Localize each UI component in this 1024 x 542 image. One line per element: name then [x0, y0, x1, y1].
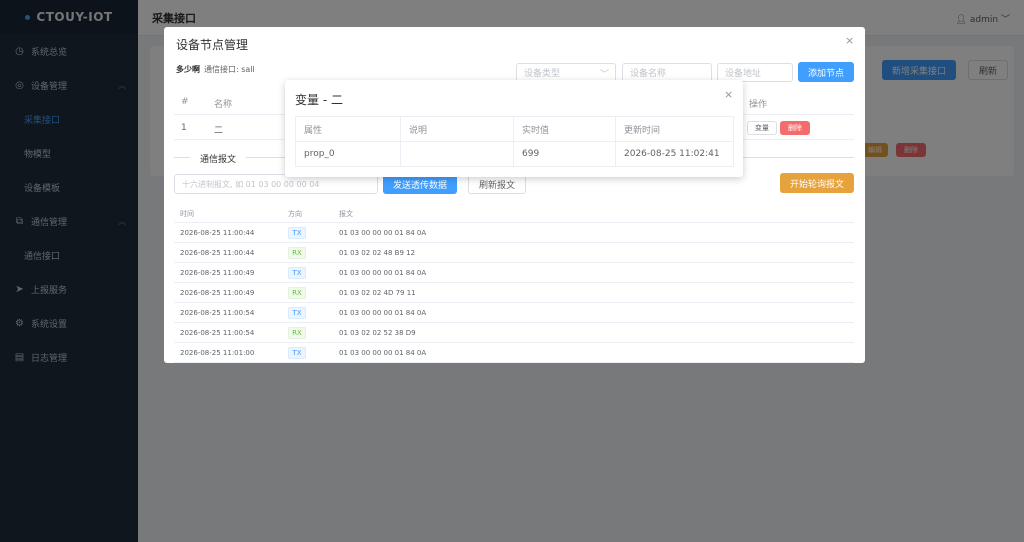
column-header-index: # — [181, 97, 189, 107]
column-header-name: 名称 — [214, 100, 233, 110]
table-row: 2026-08-25 11:00:49 RX 01 03 02 02 4D 79 1… — [174, 283, 854, 303]
delete-node-button[interactable]: 删除 — [780, 121, 810, 135]
table-header-row: 属性 说明 实时值 更新时间 — [295, 116, 734, 142]
variable-table: 属性 说明 实时值 更新时间 prop_0 699 2026-08-25 11:… — [295, 116, 734, 167]
row-index: 1 — [181, 123, 187, 133]
row-name: 二 — [214, 126, 224, 136]
direction-badge: TX — [288, 227, 306, 239]
log-message: 01 03 00 00 00 01 84 0A — [339, 349, 427, 357]
table-row: 2026-08-25 11:01:00 TX 01 03 00 00 00 01 8… — [174, 343, 854, 363]
variable-dialog: 变量 - 二 × 属性 说明 实时值 更新时间 prop_0 699 2026-… — [285, 80, 743, 177]
cell-description — [400, 141, 514, 167]
column-header-direction: 方向 — [288, 210, 302, 218]
log-message: 01 03 00 00 00 01 84 0A — [339, 269, 427, 277]
log-message: 01 03 02 02 48 B9 12 — [339, 249, 416, 257]
device-name: 多少啊 — [176, 65, 200, 74]
log-message: 01 03 00 00 00 01 84 0A — [339, 309, 427, 317]
column-header-updated: 更新时间 — [615, 116, 734, 142]
log-time: 2026-08-25 11:00:44 — [180, 229, 255, 237]
log-time: 2026-08-25 11:00:44 — [180, 249, 255, 257]
table-row: 2026-08-25 11:00:44 RX 01 03 02 02 48 B9 1… — [174, 243, 854, 263]
table-row: 2026-08-25 11:00:44 TX 01 03 00 00 00 01 8… — [174, 223, 854, 243]
direction-badge: TX — [288, 267, 306, 279]
direction-badge: TX — [288, 307, 306, 319]
add-node-button[interactable]: 添加节点 — [798, 62, 854, 82]
direction-badge: RX — [288, 247, 306, 259]
direction-badge: TX — [288, 347, 306, 359]
chevron-down-icon: ﹀ — [599, 70, 609, 80]
log-time: 2026-08-25 11:00:49 — [180, 269, 255, 277]
device-interface: 通信接口: sall — [204, 65, 255, 74]
message-log-table: 时间 方向 报文 2026-08-25 11:00:44 TX 01 03 00 0… — [174, 203, 854, 363]
log-rows: 2026-08-25 11:00:44 TX 01 03 00 00 00 01 8… — [174, 223, 854, 363]
cell-value: 699 — [513, 141, 616, 167]
section-title: 通信报文 — [190, 152, 247, 165]
input-placeholder: 十六进制报文, 如 01 03 00 00 00 04 — [182, 179, 320, 189]
direction-badge: RX — [288, 287, 306, 299]
direction-badge: RX — [288, 327, 306, 339]
device-node-dialog: 设备节点管理 × 多少啊 通信接口: sall 设备类型 ﹀ 设备名称 设备地址 添… — [164, 27, 865, 363]
table-row: 2026-08-25 11:00:54 TX 01 03 00 00 00 01 8… — [174, 303, 854, 323]
cell-property: prop_0 — [295, 141, 401, 167]
log-message: 01 03 02 02 4D 79 11 — [339, 289, 416, 297]
log-time: 2026-08-25 11:01:00 — [180, 349, 255, 357]
column-header-property: 属性 — [295, 116, 401, 142]
column-header-description: 说明 — [400, 116, 514, 142]
table-row: 2026-08-25 11:00:54 RX 01 03 02 02 52 38 D… — [174, 323, 854, 343]
input-placeholder: 设备名称 — [630, 69, 667, 79]
input-placeholder: 设备地址 — [725, 69, 762, 79]
log-message: 01 03 00 00 00 01 84 0A — [339, 229, 427, 237]
table-row: 2026-08-25 11:00:49 TX 01 03 00 00 00 01 8… — [174, 263, 854, 283]
select-placeholder: 设备类型 — [524, 69, 561, 79]
column-header-ops: 操作 — [749, 100, 768, 110]
cell-updated: 2026-08-25 11:02:41 — [615, 141, 734, 167]
close-icon[interactable]: × — [724, 88, 733, 101]
log-time: 2026-08-25 11:00:49 — [180, 289, 255, 297]
column-header-message: 报文 — [339, 210, 353, 218]
send-passthrough-button[interactable]: 发送透传数据 — [383, 174, 457, 194]
dialog-title: 设备节点管理 — [176, 38, 249, 52]
start-polling-button[interactable]: 开始轮询报文 — [780, 173, 854, 193]
column-header-value: 实时值 — [513, 116, 616, 142]
log-header: 时间 方向 报文 — [174, 203, 854, 223]
log-message: 01 03 02 02 52 38 D9 — [339, 329, 416, 337]
log-time: 2026-08-25 11:00:54 — [180, 329, 255, 337]
table-row: prop_0 699 2026-08-25 11:02:41 — [295, 141, 734, 167]
refresh-messages-button[interactable]: 刷新报文 — [468, 174, 526, 194]
log-time: 2026-08-25 11:00:54 — [180, 309, 255, 317]
column-header-time: 时间 — [180, 210, 194, 218]
dialog-title: 变量 - 二 — [295, 93, 343, 107]
close-icon[interactable]: × — [845, 34, 854, 47]
device-info: 多少啊 通信接口: sall — [176, 64, 255, 75]
hex-message-input[interactable]: 十六进制报文, 如 01 03 00 00 00 04 — [174, 174, 378, 194]
variables-button[interactable]: 变量 — [747, 121, 777, 135]
